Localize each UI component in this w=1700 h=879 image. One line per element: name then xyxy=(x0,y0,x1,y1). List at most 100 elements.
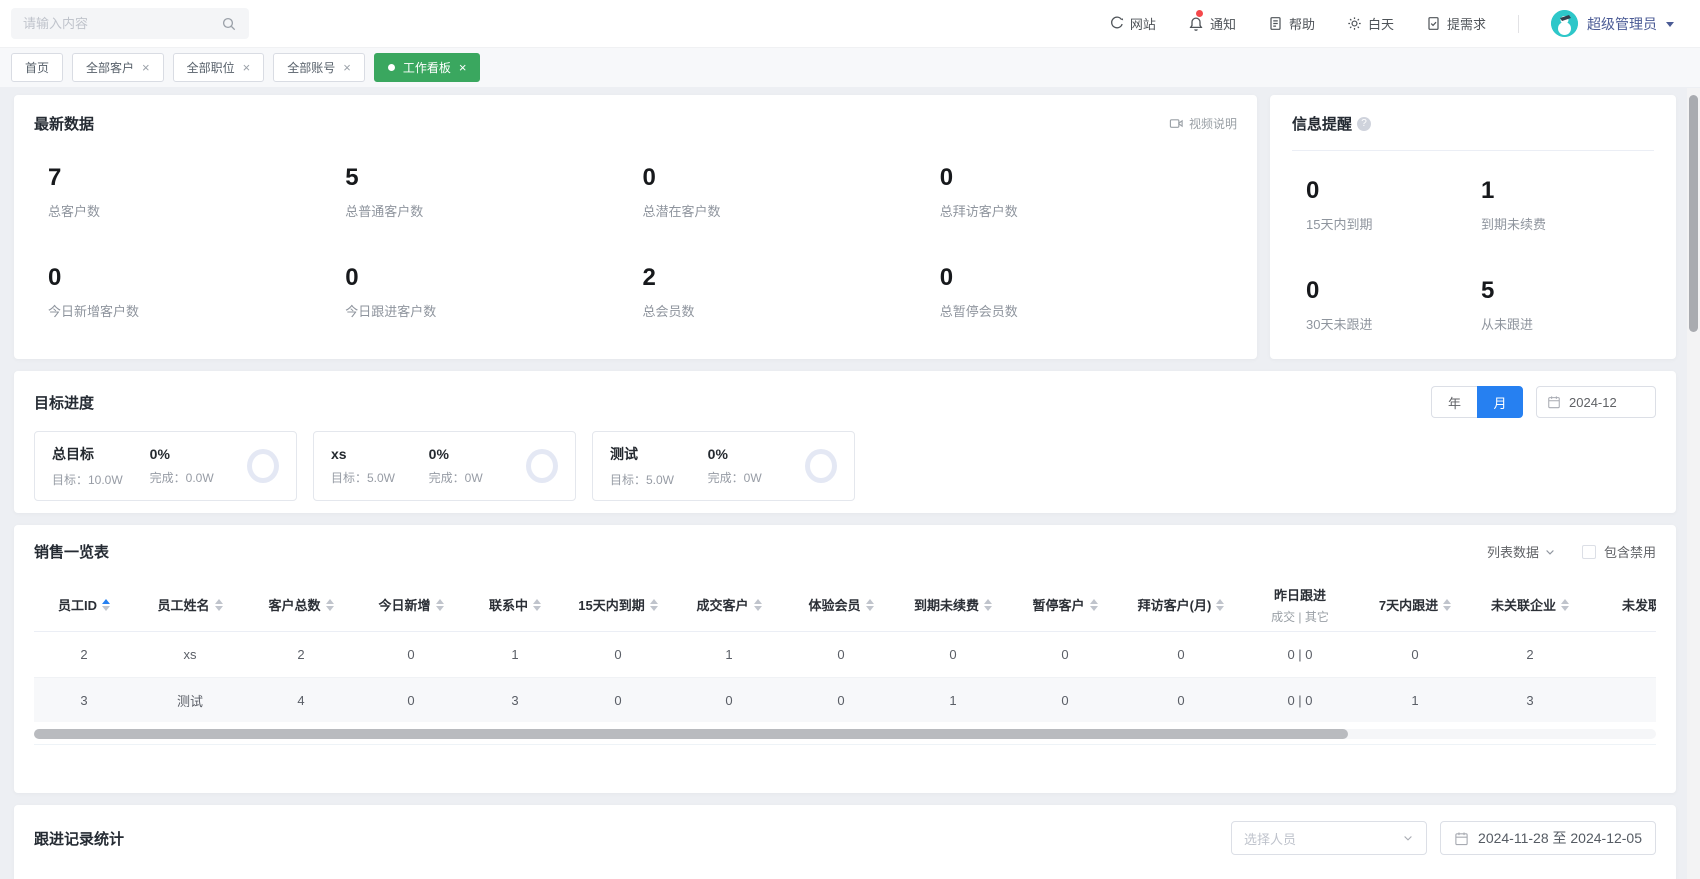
close-icon[interactable]: × xyxy=(243,61,251,74)
stat-today-followed: 0今日跟进客户数 xyxy=(345,264,642,320)
calendar-icon xyxy=(1547,395,1561,409)
stat-normal-customers: 5总普通客户数 xyxy=(345,164,642,220)
topbar: 网站 通知 帮助 白天 提需求 xyxy=(0,0,1700,47)
chevron-down-icon xyxy=(1402,832,1414,844)
stat-potential-customers: 0总潜在客户数 xyxy=(643,164,940,220)
crm-dashboard: 网站 通知 帮助 白天 提需求 xyxy=(0,0,1700,879)
sales-table: 员工ID 员工姓名 客户总数 今日新增 联系中 15天内到期 成交客户 体验会员… xyxy=(34,578,1656,722)
user-name: 超级管理员 xyxy=(1587,14,1657,34)
table-row[interactable]: 3 测试 4 0 3 0 0 0 1 0 0 0 | 0 1 3 xyxy=(34,677,1656,722)
goal-items: 总目标目标：10.0W 0%完成：0.0W xs目标：5.0W 0%完成：0W … xyxy=(34,431,1656,501)
include-disabled-checkbox[interactable] xyxy=(1582,545,1596,559)
active-dot xyxy=(388,64,395,71)
bell-icon xyxy=(1188,16,1204,32)
stat-expire-15d: 015天内到期 xyxy=(1306,177,1481,233)
table-row[interactable]: 2 xs 2 0 1 0 1 0 0 0 0 0 | 0 0 2 xyxy=(34,632,1656,677)
horizontal-scrollbar xyxy=(34,729,1656,739)
nav-label: 通知 xyxy=(1210,14,1236,33)
tab-work-board[interactable]: 工作看板 × xyxy=(374,53,481,82)
main-content: 最新数据 视频说明 7总客户数 5总普通客户数 0总潜在客户数 0总拜访客户数 … xyxy=(0,88,1700,879)
stat-total-customers: 7总客户数 xyxy=(48,164,345,220)
help-doc-icon xyxy=(1268,16,1283,31)
close-icon[interactable]: × xyxy=(459,61,467,74)
nav-request[interactable]: 提需求 xyxy=(1426,14,1486,33)
search-box[interactable] xyxy=(11,8,249,39)
video-icon xyxy=(1169,116,1184,131)
col-closed-customers[interactable]: 成交客户 xyxy=(672,595,786,614)
nav-label: 帮助 xyxy=(1289,14,1315,33)
col-unlinked-company[interactable]: 未关联企业 xyxy=(1472,595,1588,614)
col-employee-id[interactable]: 员工ID xyxy=(34,595,134,614)
latest-data-card: 最新数据 视频说明 7总客户数 5总普通客户数 0总潜在客户数 0总拜访客户数 … xyxy=(14,95,1257,359)
stat-total-members: 2总会员数 xyxy=(643,264,940,320)
user-menu[interactable]: 超级管理员 xyxy=(1551,10,1674,37)
website-icon xyxy=(1109,16,1124,31)
col-follow-7d[interactable]: 7天内跟进 xyxy=(1358,595,1472,614)
col-unposted[interactable]: 未发职 xyxy=(1588,595,1656,614)
nav-label: 白天 xyxy=(1368,14,1394,33)
col-yesterday-follow: 昨日跟进成交 | 其它 xyxy=(1242,585,1358,625)
vertical-scrollbar-thumb[interactable] xyxy=(1689,95,1698,332)
progress-ring xyxy=(526,449,558,483)
stat-visit-customers: 0总拜访客户数 xyxy=(940,164,1237,220)
close-icon[interactable]: × xyxy=(142,61,150,74)
divider xyxy=(1292,150,1654,151)
include-disabled-option[interactable]: 包含禁用 xyxy=(1582,542,1656,561)
search-input[interactable] xyxy=(23,16,213,31)
col-total-customers[interactable]: 客户总数 xyxy=(246,595,356,614)
info-reminder-title: 信息提醒 xyxy=(1292,113,1352,134)
person-select[interactable]: 选择人员 xyxy=(1231,821,1427,855)
tab-all-positions[interactable]: 全部职位 × xyxy=(173,53,265,82)
tab-all-accounts[interactable]: 全部账号 × xyxy=(273,53,365,82)
close-icon[interactable]: × xyxy=(343,61,351,74)
nav-help[interactable]: 帮助 xyxy=(1268,14,1315,33)
progress-ring xyxy=(805,449,837,483)
progress-ring xyxy=(247,449,279,483)
avatar xyxy=(1551,10,1578,37)
stat-no-follow-30d: 030天未跟进 xyxy=(1306,277,1481,333)
latest-data-title: 最新数据 xyxy=(34,113,94,134)
col-visit-customers-month[interactable]: 拜访客户(月) xyxy=(1120,595,1242,614)
follow-up-stats-title: 跟进记录统计 xyxy=(34,828,124,849)
divider xyxy=(34,744,1656,745)
date-range-picker[interactable]: 2024-11-28 至 2024-12-05 xyxy=(1440,821,1656,855)
search-icon[interactable] xyxy=(221,16,237,32)
sales-overview-card: 销售一览表 列表数据 包含禁用 员工ID 员工姓名 客户总数 xyxy=(14,525,1676,793)
chevron-down-icon xyxy=(1544,546,1556,558)
stat-never-followed: 5从未跟进 xyxy=(1481,277,1656,333)
col-trial-members[interactable]: 体验会员 xyxy=(786,595,896,614)
calendar-icon xyxy=(1454,831,1469,846)
follow-up-stats-card: 跟进记录统计 选择人员 2024-11-28 至 2024-12-05 xyxy=(14,805,1676,879)
nav-theme-toggle[interactable]: 白天 xyxy=(1347,14,1394,33)
col-today-new[interactable]: 今日新增 xyxy=(356,595,466,614)
col-employee-name[interactable]: 员工姓名 xyxy=(134,595,246,614)
col-expire-15d[interactable]: 15天内到期 xyxy=(564,595,672,614)
tab-all-customers[interactable]: 全部客户 × xyxy=(72,53,164,82)
goal-item-xs: xs目标：5.0W 0%完成：0W xyxy=(313,431,576,501)
question-icon[interactable]: ? xyxy=(1357,117,1371,131)
toggle-month-button[interactable]: 月 xyxy=(1477,386,1523,418)
month-picker[interactable]: 2024-12 xyxy=(1536,386,1656,418)
period-toggle: 年 月 xyxy=(1431,386,1523,418)
horizontal-scrollbar-thumb[interactable] xyxy=(34,729,1348,739)
col-expired-unrenewed[interactable]: 到期未续费 xyxy=(896,595,1010,614)
nav-notifications[interactable]: 通知 xyxy=(1188,14,1236,33)
list-data-dropdown[interactable]: 列表数据 xyxy=(1487,542,1556,561)
nav-label: 网站 xyxy=(1130,14,1156,33)
video-guide-link[interactable]: 视频说明 xyxy=(1169,115,1237,132)
tab-home[interactable]: 首页 xyxy=(11,53,63,82)
nav-website[interactable]: 网站 xyxy=(1109,14,1156,33)
latest-stats: 7总客户数 5总普通客户数 0总潜在客户数 0总拜访客户数 0今日新增客户数 0… xyxy=(34,164,1237,320)
info-reminder-card: 信息提醒 ? 015天内到期 1到期未续费 030天未跟进 5从未跟进 xyxy=(1270,95,1676,359)
toggle-year-button[interactable]: 年 xyxy=(1431,386,1477,418)
topnav: 网站 通知 帮助 白天 提需求 xyxy=(1109,10,1674,37)
col-paused-customers[interactable]: 暂停客户 xyxy=(1010,595,1120,614)
sun-icon xyxy=(1347,16,1362,31)
vertical-scrollbar xyxy=(1687,88,1700,879)
col-contacting[interactable]: 联系中 xyxy=(466,595,564,614)
goal-item-test: 测试目标：5.0W 0%完成：0W xyxy=(592,431,855,501)
request-doc-icon xyxy=(1426,16,1441,31)
stat-today-new: 0今日新增客户数 xyxy=(48,264,345,320)
stat-expired-unrenewed: 1到期未续费 xyxy=(1481,177,1656,233)
stat-paused-members: 0总暂停会员数 xyxy=(940,264,1237,320)
